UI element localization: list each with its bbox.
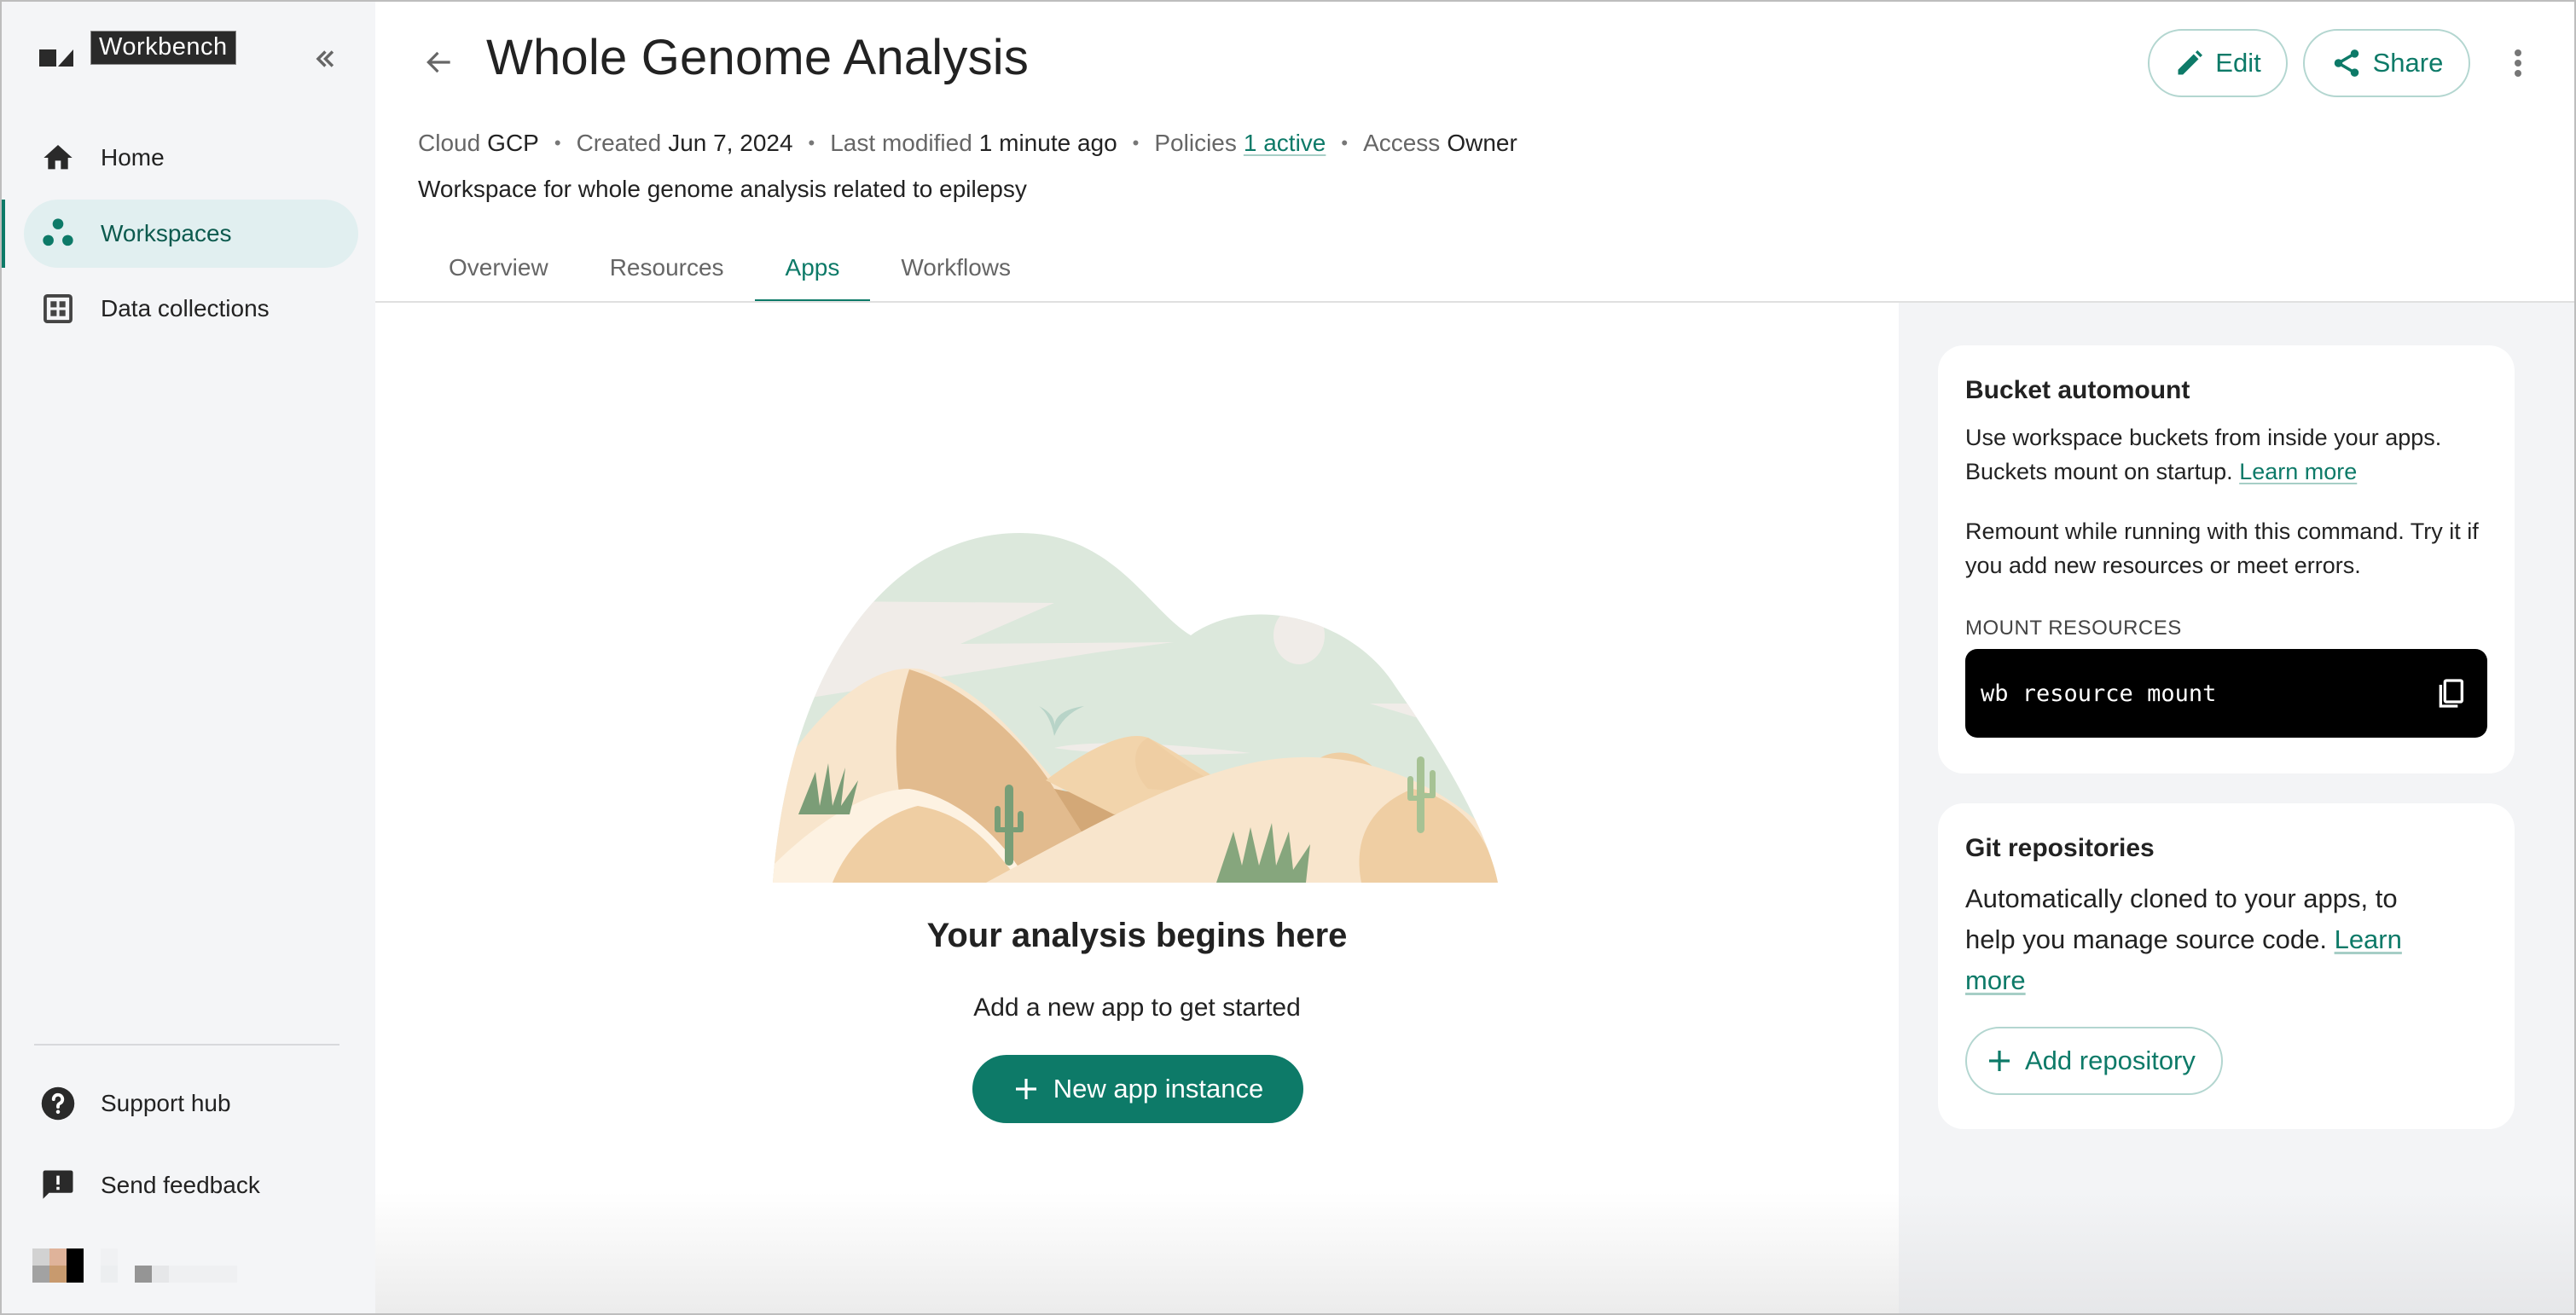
meta-created-value: Jun 7, 2024 [668, 130, 793, 156]
meta-created-key: Created [576, 130, 662, 156]
workspaces-icon [39, 215, 77, 252]
policies-link[interactable]: 1 active [1244, 130, 1326, 157]
git-repositories-description: Automatically cloned to your apps, to he… [1965, 883, 2398, 954]
bucket-remount-text: Remount while running with this command.… [1965, 518, 2479, 578]
copy-command-button[interactable] [2429, 672, 2472, 715]
plus-icon [1015, 1079, 1036, 1099]
home-icon [39, 139, 77, 177]
meta-separator: • [1341, 132, 1349, 154]
tab-resources[interactable]: Resources [579, 232, 755, 303]
mount-command-box: wb resource mount [1965, 649, 2487, 738]
meta-access-key: Access [1363, 130, 1441, 156]
sidebar-item-label: Workspaces [101, 220, 232, 246]
edit-button[interactable]: Edit [2148, 29, 2288, 97]
sidebar-item-label: Data collections [101, 295, 270, 322]
user-name-redacted [101, 1248, 251, 1300]
tab-apps[interactable]: Apps [754, 232, 871, 303]
sidebar-item-workspaces[interactable]: Workspaces [24, 200, 358, 268]
apps-content: Your analysis begins here Add a new app … [375, 303, 1899, 1313]
bucket-automount-card: Bucket automount Use workspace buckets f… [1938, 345, 2515, 773]
meta-access-value: Owner [1447, 130, 1517, 156]
bucket-automount-text: Use workspace buckets from inside your a… [1965, 420, 2487, 489]
git-repositories-text: Automatically cloned to your apps, to he… [1965, 878, 2487, 1001]
meta-separator: • [554, 132, 561, 154]
bucket-automount-title: Bucket automount [1965, 376, 2190, 404]
workspace-metadata: Cloud GCP • Created Jun 7, 2024 • Last m… [418, 130, 1517, 157]
tab-workflows[interactable]: Workflows [870, 232, 1041, 303]
meta-cloud-value: GCP [487, 130, 539, 156]
mount-command[interactable]: wb resource mount [1981, 681, 2216, 707]
app-window: Workbench Home Workspaces Data collectio… [2, 2, 2574, 1313]
meta-cloud-key: Cloud [418, 130, 481, 156]
meta-modified-key: Last modified [830, 130, 972, 156]
tab-overview[interactable]: Overview [418, 232, 579, 303]
meta-policies-key: Policies [1154, 130, 1237, 156]
sidebar-item-support-hub[interactable]: Support hub [24, 1069, 358, 1138]
git-repositories-card: Git repositories Automatically cloned to… [1938, 803, 2515, 1129]
sidebar-item-data-collections[interactable]: Data collections [24, 275, 358, 343]
logo-icon [39, 38, 73, 67]
user-avatar[interactable] [32, 1248, 84, 1283]
plus-icon [1989, 1051, 2010, 1071]
app-name: Workbench [90, 31, 236, 65]
empty-state-title: Your analysis begins here [926, 917, 1348, 954]
help-circle-icon [39, 1085, 77, 1122]
sidebar-divider [34, 1044, 339, 1046]
sidebar-item-label: Support hub [101, 1090, 231, 1116]
new-app-instance-button[interactable]: New app instance [972, 1055, 1303, 1123]
git-repositories-title: Git repositories [1965, 834, 2155, 862]
sidebar-item-label: Send feedback [101, 1172, 260, 1198]
pencil-icon [2178, 50, 2203, 75]
copy-icon [2439, 679, 2463, 708]
workspace-tabs: Overview Resources Apps Workflows [418, 232, 1041, 303]
bucket-automount-description: Use workspace buckets from inside your a… [1965, 425, 2442, 484]
arrow-left-icon [426, 51, 450, 73]
page-title: Whole Genome Analysis [486, 30, 1030, 85]
add-repository-label: Add repository [2025, 1046, 2196, 1075]
right-panel: Bucket automount Use workspace buckets f… [1899, 303, 2574, 1313]
sun-shape [1273, 606, 1325, 664]
share-button[interactable]: Share [2303, 29, 2470, 97]
meta-separator: • [1132, 132, 1140, 154]
empty-state-subtitle: Add a new app to get started [973, 993, 1301, 1022]
share-label: Share [2372, 48, 2444, 78]
kebab-dot [2515, 70, 2521, 77]
edit-label: Edit [2215, 48, 2261, 78]
kebab-dot [2515, 49, 2521, 56]
sidebar-item-send-feedback[interactable]: Send feedback [24, 1151, 358, 1219]
feedback-icon [39, 1167, 77, 1204]
new-app-instance-label: New app instance [1053, 1074, 1264, 1104]
sidebar-item-label: Home [101, 144, 165, 171]
kebab-dot [2515, 60, 2521, 67]
meta-modified-value: 1 minute ago [978, 130, 1117, 156]
collapse-sidebar-button[interactable] [307, 44, 341, 78]
back-button[interactable] [418, 41, 461, 84]
chevron-double-left-icon [316, 50, 334, 67]
main-area: Whole Genome Analysis Edit Share Cloud G… [375, 2, 2574, 1313]
sidebar-item-home[interactable]: Home [24, 124, 358, 192]
sidebar: Workbench Home Workspaces Data collectio… [2, 2, 375, 1313]
add-repository-button[interactable]: Add repository [1965, 1027, 2223, 1095]
data-collections-icon [39, 290, 77, 327]
workspace-description: Workspace for whole genome analysis rela… [418, 176, 1027, 202]
active-indicator [2, 200, 5, 268]
mount-resources-label: MOUNT RESOURCES [1965, 617, 2182, 640]
app-logo[interactable]: Workbench [39, 29, 236, 67]
bucket-learn-more-link[interactable]: Learn more [2239, 459, 2357, 484]
desert-illustration [773, 533, 1498, 883]
more-options-button[interactable] [2501, 29, 2535, 97]
meta-separator: • [808, 132, 815, 154]
share-icon [2334, 49, 2358, 77]
